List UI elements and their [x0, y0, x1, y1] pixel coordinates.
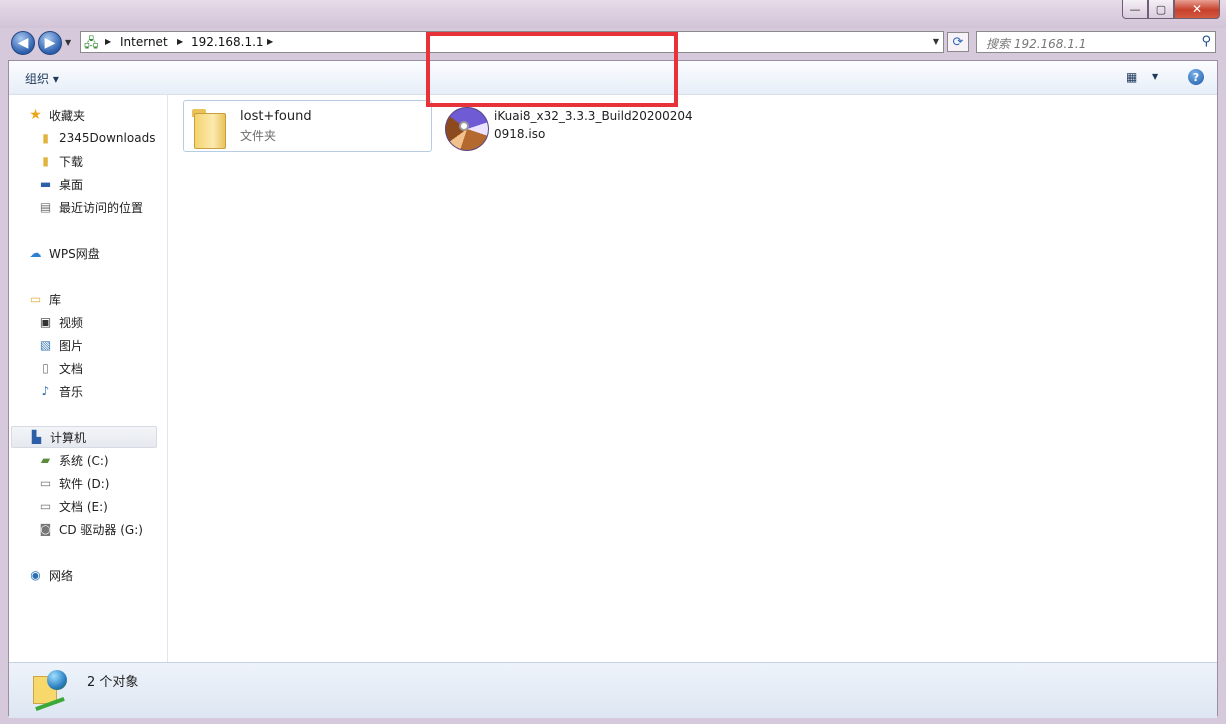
close-button[interactable]: ✕	[1174, 0, 1220, 19]
sidebar-item-music[interactable]: ♪ 音乐	[37, 380, 83, 402]
minimize-button[interactable]: —	[1122, 0, 1148, 19]
window-controls: — ▢ ✕	[1122, 0, 1220, 19]
breadcrumb-separator-icon[interactable]: ▶	[105, 37, 111, 46]
cloud-icon: ☁	[29, 246, 42, 260]
sidebar-item-2345downloads[interactable]: ▮ 2345Downloads	[37, 127, 155, 149]
music-note-icon: ♪	[41, 384, 50, 398]
sidebar-item-documents[interactable]: ▯ 文档	[37, 357, 83, 379]
sidebar-item-drive-c[interactable]: ▰ 系统 (C:)	[37, 449, 109, 471]
title-bar: — ▢ ✕	[0, 0, 1226, 28]
maximize-button[interactable]: ▢	[1148, 0, 1174, 19]
sidebar-item-recent-places[interactable]: ▤ 最近访问的位置	[37, 196, 143, 218]
network-share-icon	[29, 668, 69, 712]
sidebar-item-desktop[interactable]: ▬ 桌面	[37, 173, 83, 195]
sidebar-item-videos[interactable]: ▣ 视频	[37, 311, 83, 333]
status-bar: 2 个对象	[9, 662, 1217, 718]
cd-drive-icon: ◙	[39, 522, 52, 536]
window-title	[0, 0, 120, 16]
star-icon: ★	[29, 107, 42, 123]
sidebar-item-drive-e[interactable]: ▭ 文档 (E:)	[37, 495, 108, 517]
recent-pages-chevron-down-icon[interactable]: ▼	[65, 38, 71, 47]
breadcrumb-separator-icon[interactable]: ▶	[177, 37, 183, 46]
item-count: 2 个对象	[87, 675, 139, 690]
sidebar-item-pictures[interactable]: ▧ 图片	[37, 334, 83, 356]
breadcrumb-host[interactable]: 192.168.1.1	[191, 35, 264, 49]
sidebar-item-drive-d[interactable]: ▭ 软件 (D:)	[37, 472, 110, 494]
file-list: lost+found 文件夹 iKuai8_x32_3.3.3_Build202…	[168, 94, 1218, 662]
search-placeholder: 搜索 192.168.1.1	[986, 37, 1087, 51]
sidebar-item-favorites[interactable]: ★ 收藏夹	[27, 104, 85, 126]
search-icon[interactable]: ⚲	[1201, 34, 1211, 49]
breadcrumb-separator-icon[interactable]: ▶	[267, 37, 273, 46]
download-folder-icon: ▮	[42, 154, 49, 168]
address-history-chevron-down-icon[interactable]: ▼	[933, 37, 939, 46]
folder-icon: ▮	[42, 131, 49, 145]
disc-image-icon	[442, 104, 489, 151]
system-drive-icon: ▰	[40, 453, 51, 467]
highlight-box	[426, 32, 678, 107]
change-view-icon[interactable]: ▦	[1126, 70, 1137, 84]
search-input[interactable]: 搜索 192.168.1.1 ⚲	[976, 31, 1216, 53]
network-icon: ◉	[30, 568, 41, 582]
file-item-lost-found[interactable]: lost+found 文件夹	[183, 100, 432, 152]
file-name: lost+found	[240, 109, 312, 124]
hard-drive-icon: ▭	[39, 476, 52, 490]
help-icon[interactable]: ?	[1188, 69, 1204, 85]
picture-icon: ▧	[39, 338, 52, 352]
forward-button[interactable]: ▶	[38, 31, 62, 55]
file-name: iKuai8_x32_3.3.3_Build20200204 0918.iso	[494, 109, 693, 141]
sidebar-item-network[interactable]: ◉ 网络	[27, 564, 73, 586]
sidebar-item-downloads[interactable]: ▮ 下载	[37, 150, 83, 172]
hard-drive-icon: ▭	[39, 499, 52, 513]
refresh-icon: ⟳	[952, 34, 964, 50]
sidebar-item-drive-g[interactable]: ◙ CD 驱动器 (G:)	[37, 518, 143, 540]
organize-menu-button[interactable]: 组织 ▾	[25, 70, 59, 87]
file-item-ikuai-iso[interactable]: iKuai8_x32_3.3.3_Build20200204 0918.iso	[438, 100, 693, 152]
breadcrumb-internet[interactable]: Internet	[120, 35, 168, 49]
film-icon: ▣	[39, 315, 52, 329]
desktop-icon: ▬	[39, 177, 52, 191]
sidebar-item-computer[interactable]: ▙ 计算机	[11, 426, 157, 448]
sidebar-item-wps-cloud[interactable]: ☁ WPS网盘	[27, 242, 100, 264]
explorer-window: 组织 ▾ ▦ ▼ ? ★ 收藏夹 ▮ 2345Downloads ▮ 下载 ▬ …	[8, 60, 1218, 718]
view-options-chevron-down-icon[interactable]: ▼	[1152, 72, 1158, 81]
library-icon: ▭	[29, 292, 42, 306]
folder-icon	[188, 105, 232, 149]
network-location-icon: 🖧	[84, 36, 99, 51]
recent-places-icon: ▤	[39, 200, 52, 214]
sidebar-item-libraries[interactable]: ▭ 库	[27, 288, 61, 310]
file-type: 文件夹	[240, 129, 277, 143]
document-icon: ▯	[42, 361, 49, 375]
refresh-button[interactable]: ⟳	[947, 32, 969, 52]
back-button[interactable]: ◀	[11, 31, 35, 55]
navigation-pane: ★ 收藏夹 ▮ 2345Downloads ▮ 下载 ▬ 桌面 ▤ 最近访问的位…	[9, 94, 168, 662]
computer-icon: ▙	[31, 430, 42, 444]
